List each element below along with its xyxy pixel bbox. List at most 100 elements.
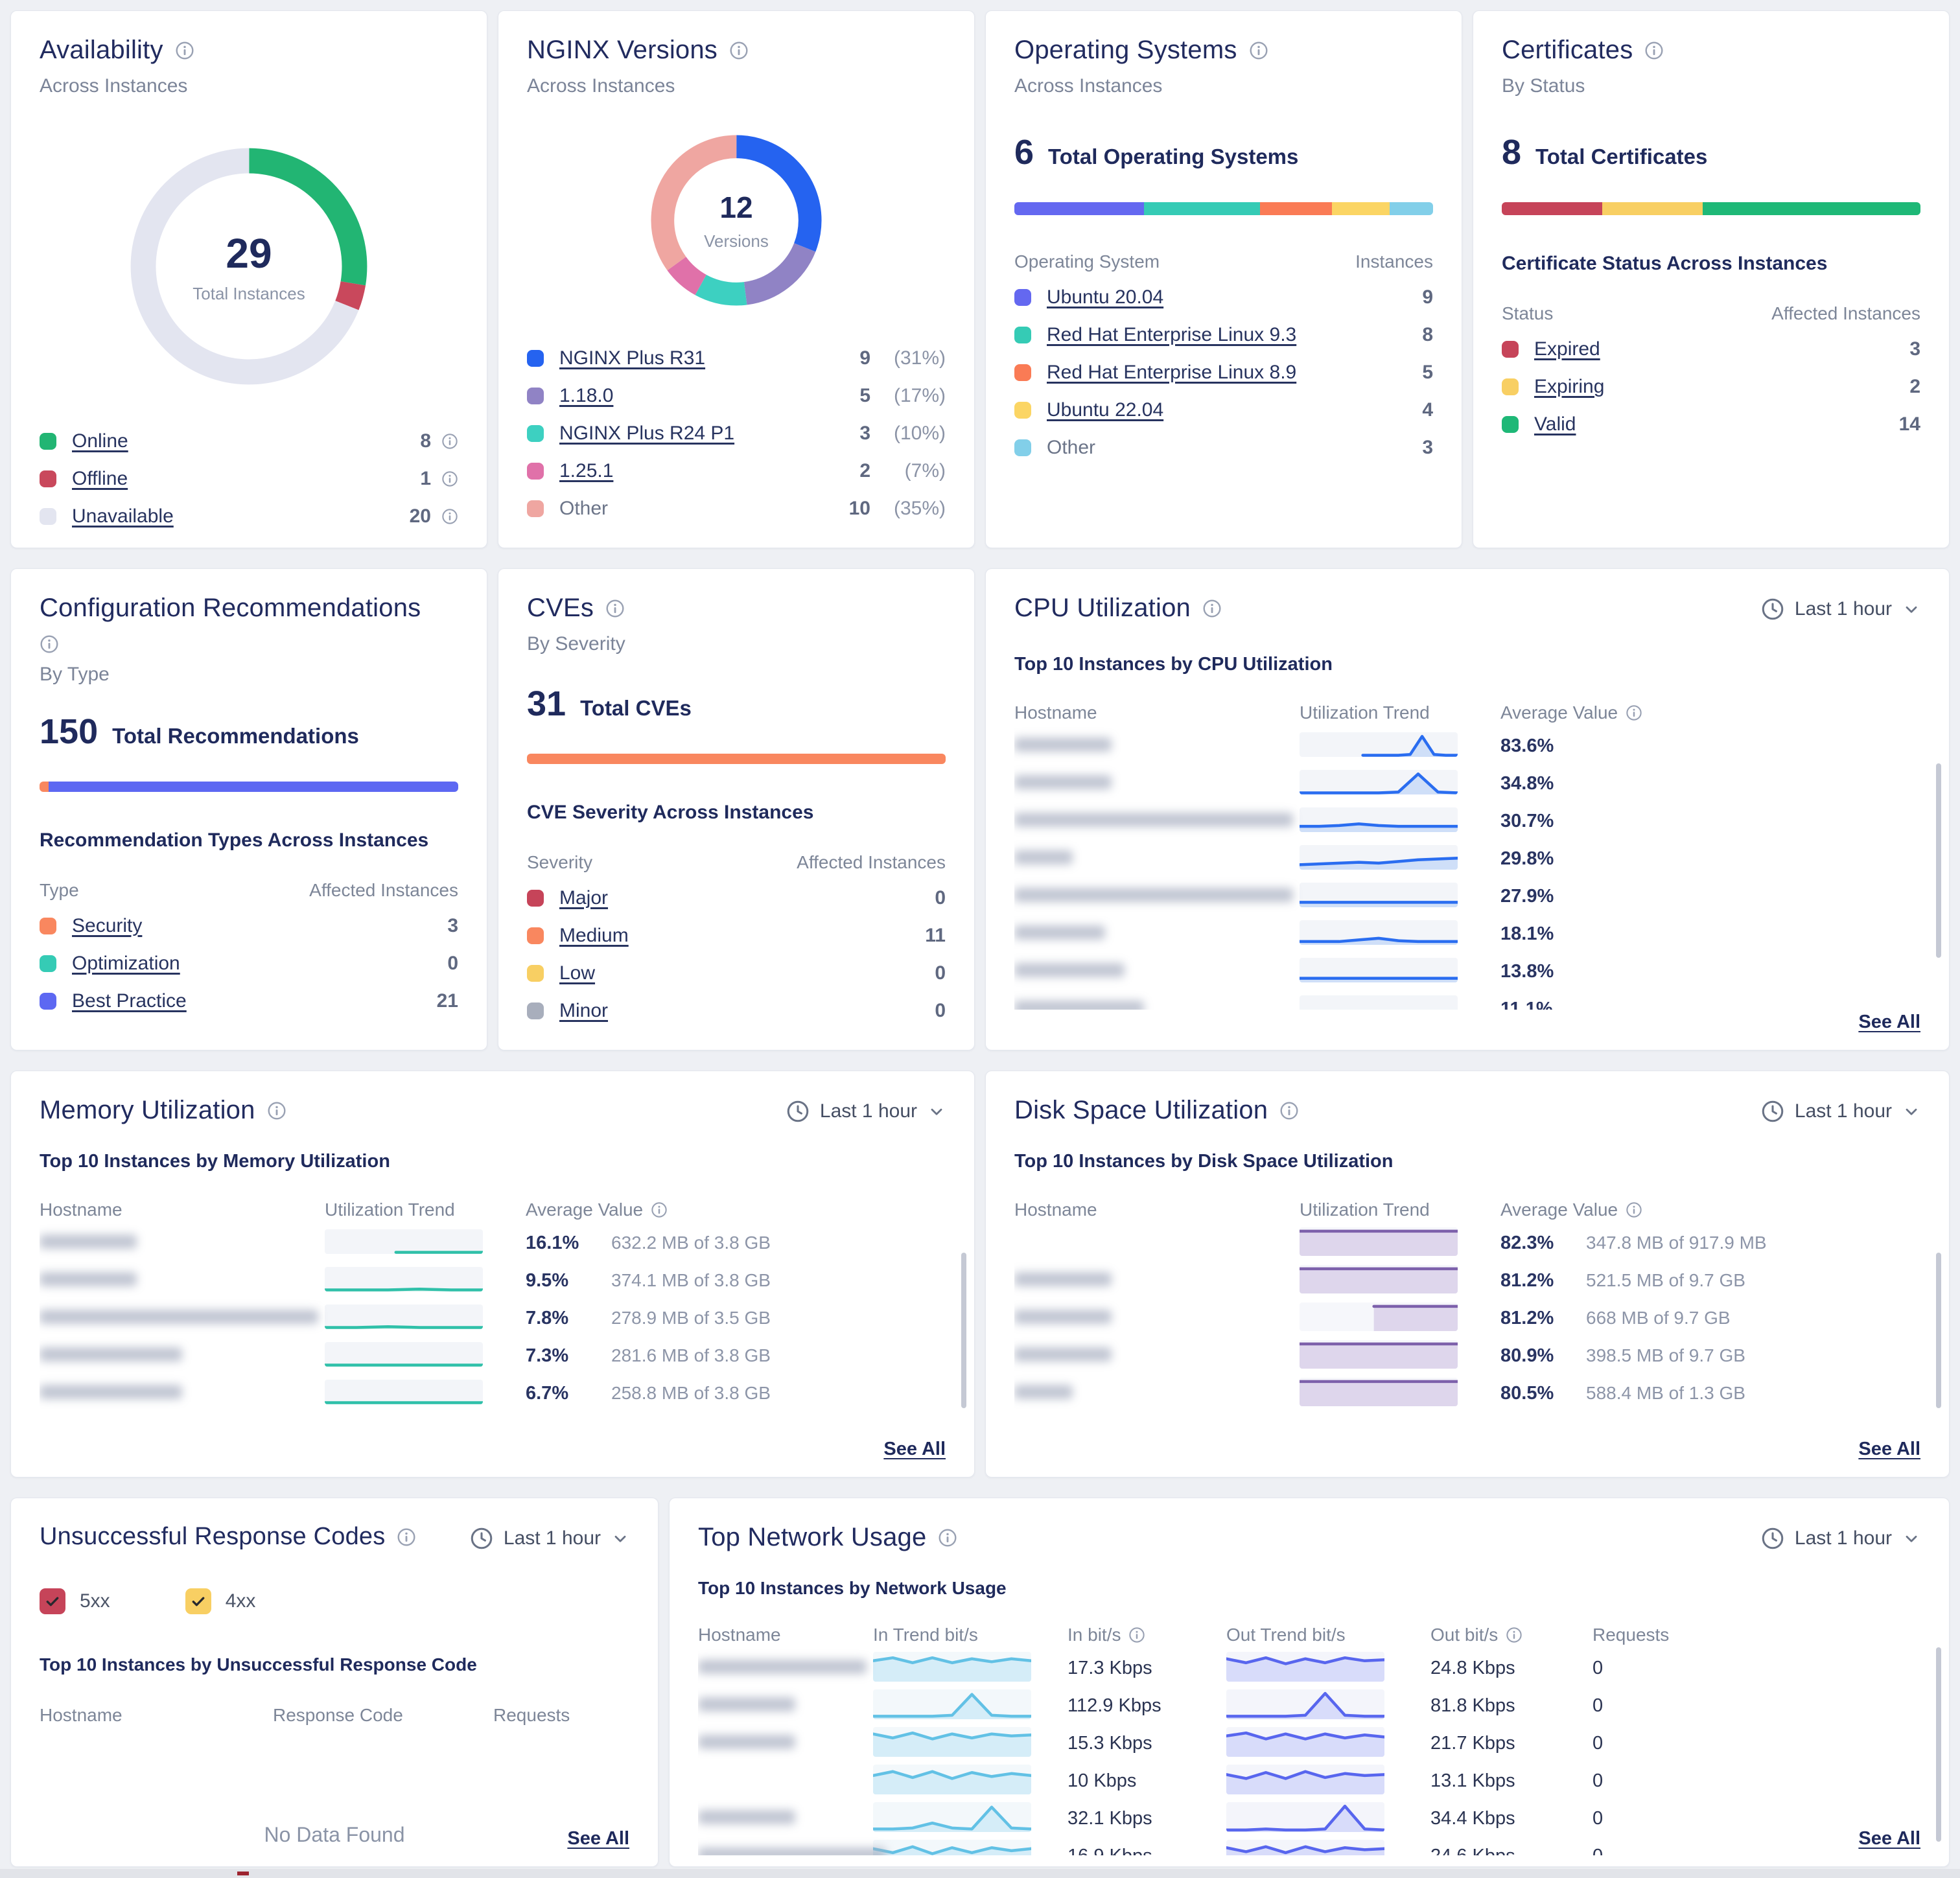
info-icon[interactable]	[1128, 1627, 1145, 1643]
legend-link[interactable]: Major	[559, 887, 608, 909]
scrollbar[interactable]	[961, 1253, 966, 1408]
average-value: 80.9%	[1500, 1345, 1578, 1367]
hostname-redacted	[1014, 850, 1073, 864]
table-row: 82.3%347.8 MB of 917.9 MB	[1014, 1224, 1920, 1262]
section-title: Recommendation Types Across Instances	[40, 829, 458, 852]
info-icon[interactable]	[175, 41, 194, 60]
info-icon[interactable]	[1202, 599, 1222, 618]
legend-link[interactable]: Medium	[559, 925, 629, 947]
out-bits-value: 21.7 Kbps	[1430, 1733, 1515, 1754]
legend-link[interactable]: NGINX Plus R31	[559, 347, 705, 369]
clock-icon	[470, 1527, 493, 1550]
see-all-link[interactable]: See All	[1858, 1439, 1920, 1460]
row-4: Unsuccessful Response Codes Last 1 hour …	[10, 1498, 1950, 1867]
info-icon[interactable]	[729, 41, 749, 60]
checkbox-4xx[interactable]: 4xx	[185, 1588, 256, 1614]
legend-link[interactable]: Security	[72, 915, 142, 937]
out-bits-value: 13.1 Kbps	[1430, 1770, 1515, 1792]
legend-link[interactable]: Offline	[72, 468, 128, 490]
card-title: Availability	[40, 36, 163, 65]
info-icon[interactable]	[1626, 704, 1642, 721]
scrollbar[interactable]	[1936, 1647, 1941, 1842]
trend-sparkline	[1300, 920, 1458, 945]
legend-swatch	[527, 463, 544, 480]
legend-link[interactable]: 1.25.1	[559, 460, 613, 482]
legend-row: Low 0	[527, 955, 946, 992]
card-title: CPU Utilization	[1014, 594, 1191, 623]
legend-percent: (17%)	[881, 385, 946, 407]
legend-count: 0	[435, 953, 458, 975]
legend-link[interactable]: Expired	[1534, 338, 1600, 360]
info-icon[interactable]	[441, 433, 458, 450]
legend-row: Medium 11	[527, 917, 946, 955]
legend-link[interactable]: Red Hat Enterprise Linux 9.3	[1047, 324, 1296, 346]
out-bits-value: 34.4 Kbps	[1430, 1808, 1515, 1829]
scrollbar[interactable]	[1936, 763, 1941, 958]
info-icon[interactable]	[1644, 41, 1664, 60]
legend-link[interactable]: Valid	[1534, 413, 1576, 435]
trend-sparkline	[873, 1765, 1031, 1794]
cves-card: CVEs By Severity 31 Total CVEs CVE Sever…	[498, 568, 975, 1050]
legend-row: Expiring 2	[1502, 368, 1920, 406]
memory-table: 16.1%632.2 MB of 3.8 GB 9.5%374.1 MB of …	[40, 1224, 946, 1416]
table-row: 81.2%668 MB of 9.7 GB	[1014, 1299, 1920, 1337]
in-bits-value: 16.9 Kbps	[1068, 1846, 1152, 1856]
legend-swatch	[1502, 378, 1519, 395]
legend-link[interactable]: Minor	[559, 1000, 608, 1022]
out-bits-value: 24.8 Kbps	[1430, 1658, 1515, 1679]
see-all-link[interactable]: See All	[1858, 1828, 1920, 1849]
legend-link[interactable]: Expiring	[1534, 376, 1604, 398]
info-icon[interactable]	[1279, 1101, 1299, 1120]
see-all-link[interactable]: See All	[1858, 1012, 1920, 1033]
column-header: Average Value	[1500, 702, 1618, 723]
see-all-link[interactable]: See All	[567, 1828, 629, 1849]
legend-link[interactable]: NGINX Plus R24 P1	[559, 423, 734, 445]
info-icon[interactable]	[267, 1101, 286, 1120]
checkbox-5xx[interactable]: 5xx	[40, 1588, 110, 1614]
average-detail: 398.5 MB of 9.7 GB	[1586, 1345, 1745, 1366]
table-row: 112.9 Kbps 81.8 Kbps 0	[698, 1687, 1920, 1724]
see-all-link[interactable]: See All	[883, 1439, 946, 1460]
legend-count: 8	[1410, 324, 1433, 346]
trend-sparkline	[1300, 1303, 1458, 1331]
disk-space-utilization-card: Disk Space Utilization Last 1 hour Top 1…	[985, 1071, 1950, 1478]
column-header: Response Code	[273, 1705, 493, 1726]
info-icon[interactable]	[1249, 41, 1268, 60]
info-icon[interactable]	[441, 470, 458, 487]
operating-systems-card: Operating Systems Across Instances 6 Tot…	[985, 10, 1462, 548]
legend-link[interactable]: Online	[72, 430, 128, 452]
time-range-dropdown[interactable]: Last 1 hour	[1761, 1100, 1920, 1123]
info-icon[interactable]	[441, 508, 458, 525]
legend-link[interactable]: Ubuntu 20.04	[1047, 286, 1163, 308]
time-range-dropdown[interactable]: Last 1 hour	[786, 1100, 946, 1123]
average-value: 13.8%	[1500, 961, 1554, 982]
time-range-dropdown[interactable]: Last 1 hour	[1761, 1527, 1920, 1550]
legend-row: Best Practice 21	[40, 982, 458, 1020]
info-icon[interactable]	[397, 1527, 416, 1547]
legend-link[interactable]: Low	[559, 962, 595, 984]
legend-link[interactable]: Red Hat Enterprise Linux 8.9	[1047, 362, 1296, 384]
column-header: Utilization Trend	[325, 1200, 526, 1220]
time-range-dropdown[interactable]: Last 1 hour	[1761, 597, 1920, 621]
row-3: Memory Utilization Last 1 hour Top 10 In…	[10, 1071, 1950, 1478]
configuration-recommendations-card: Configuration Recommendations By Type 15…	[10, 568, 487, 1050]
info-icon[interactable]	[1626, 1201, 1642, 1218]
hostname-redacted	[698, 1848, 886, 1856]
legend-count: 9	[1410, 286, 1433, 308]
info-icon[interactable]	[40, 634, 59, 654]
legend-link[interactable]: 1.18.0	[559, 385, 613, 407]
card-subtitle: By Severity	[527, 633, 946, 655]
info-icon[interactable]	[605, 599, 625, 618]
scrollbar[interactable]	[1936, 1253, 1941, 1408]
legend-link[interactable]: Best Practice	[72, 990, 187, 1012]
legend-link[interactable]: Unavailable	[72, 505, 174, 527]
info-icon[interactable]	[651, 1201, 668, 1218]
legend-link[interactable]: Optimization	[72, 953, 180, 975]
info-icon[interactable]	[938, 1528, 957, 1548]
bar-segment	[1144, 202, 1259, 215]
time-range-dropdown[interactable]: Last 1 hour	[470, 1527, 629, 1550]
legend-link[interactable]: Ubuntu 22.04	[1047, 399, 1163, 421]
average-value: 7.8%	[526, 1308, 603, 1329]
card-subtitle: By Status	[1502, 75, 1920, 97]
info-icon[interactable]	[1506, 1627, 1522, 1643]
